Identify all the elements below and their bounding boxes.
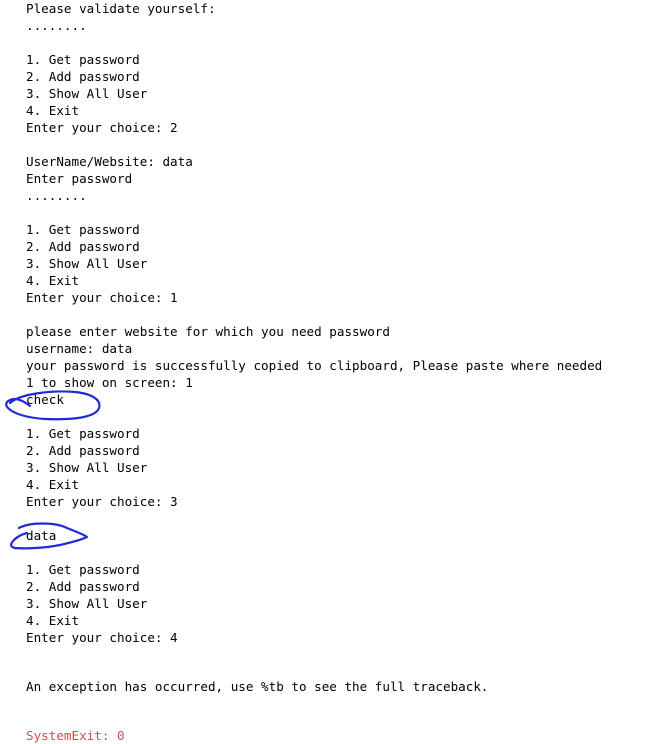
console-output: Please validate yourself: ........ 1. Ge… xyxy=(26,0,646,744)
menu-item-get-password: 1. Get password xyxy=(26,222,140,237)
menu-item-show-all-user: 3. Show All User xyxy=(26,86,148,101)
menu-item-add-password: 2. Add password xyxy=(26,69,140,84)
choice-line-4: Enter your choice: 4 xyxy=(26,630,178,645)
menu-item-exit: 4. Exit xyxy=(26,477,80,492)
menu-item-get-password: 1. Get password xyxy=(26,562,140,577)
menu-item-exit: 4. Exit xyxy=(26,103,80,118)
menu-item-show-all-user: 3. Show All User xyxy=(26,596,148,611)
menu-item-get-password: 1. Get password xyxy=(26,52,140,67)
menu-item-add-password: 2. Add password xyxy=(26,443,140,458)
menu-item-show-all-user: 3. Show All User xyxy=(26,256,148,271)
user-listed-line: data xyxy=(26,528,57,543)
exception-line: An exception has occurred, use %tb to se… xyxy=(26,679,489,694)
menu-item-exit: 4. Exit xyxy=(26,613,80,628)
website-prompt-line: please enter website for which you need … xyxy=(26,324,390,339)
choice-line-3: Enter your choice: 3 xyxy=(26,494,178,509)
choice-line-2: Enter your choice: 1 xyxy=(26,290,178,305)
masked-password-2: ........ xyxy=(26,188,87,203)
menu-item-get-password: 1. Get password xyxy=(26,426,140,441)
menu-item-add-password: 2. Add password xyxy=(26,579,140,594)
masked-password-1: ........ xyxy=(26,18,87,33)
menu-item-show-all-user: 3. Show All User xyxy=(26,460,148,475)
check-line: check xyxy=(26,392,64,407)
copied-message-line: your password is successfully copied to … xyxy=(26,358,603,373)
cut-off-line: SystemExit: 0 xyxy=(26,728,125,743)
choice-line-1: Enter your choice: 2 xyxy=(26,120,178,135)
validate-prompt: Please validate yourself: xyxy=(26,1,216,16)
username-website-line: UserName/Website: data xyxy=(26,154,193,169)
username-line: username: data xyxy=(26,341,133,356)
menu-item-add-password: 2. Add password xyxy=(26,239,140,254)
enter-password-line: Enter password xyxy=(26,171,133,186)
menu-item-exit: 4. Exit xyxy=(26,273,80,288)
show-on-screen-line: 1 to show on screen: 1 xyxy=(26,375,193,390)
